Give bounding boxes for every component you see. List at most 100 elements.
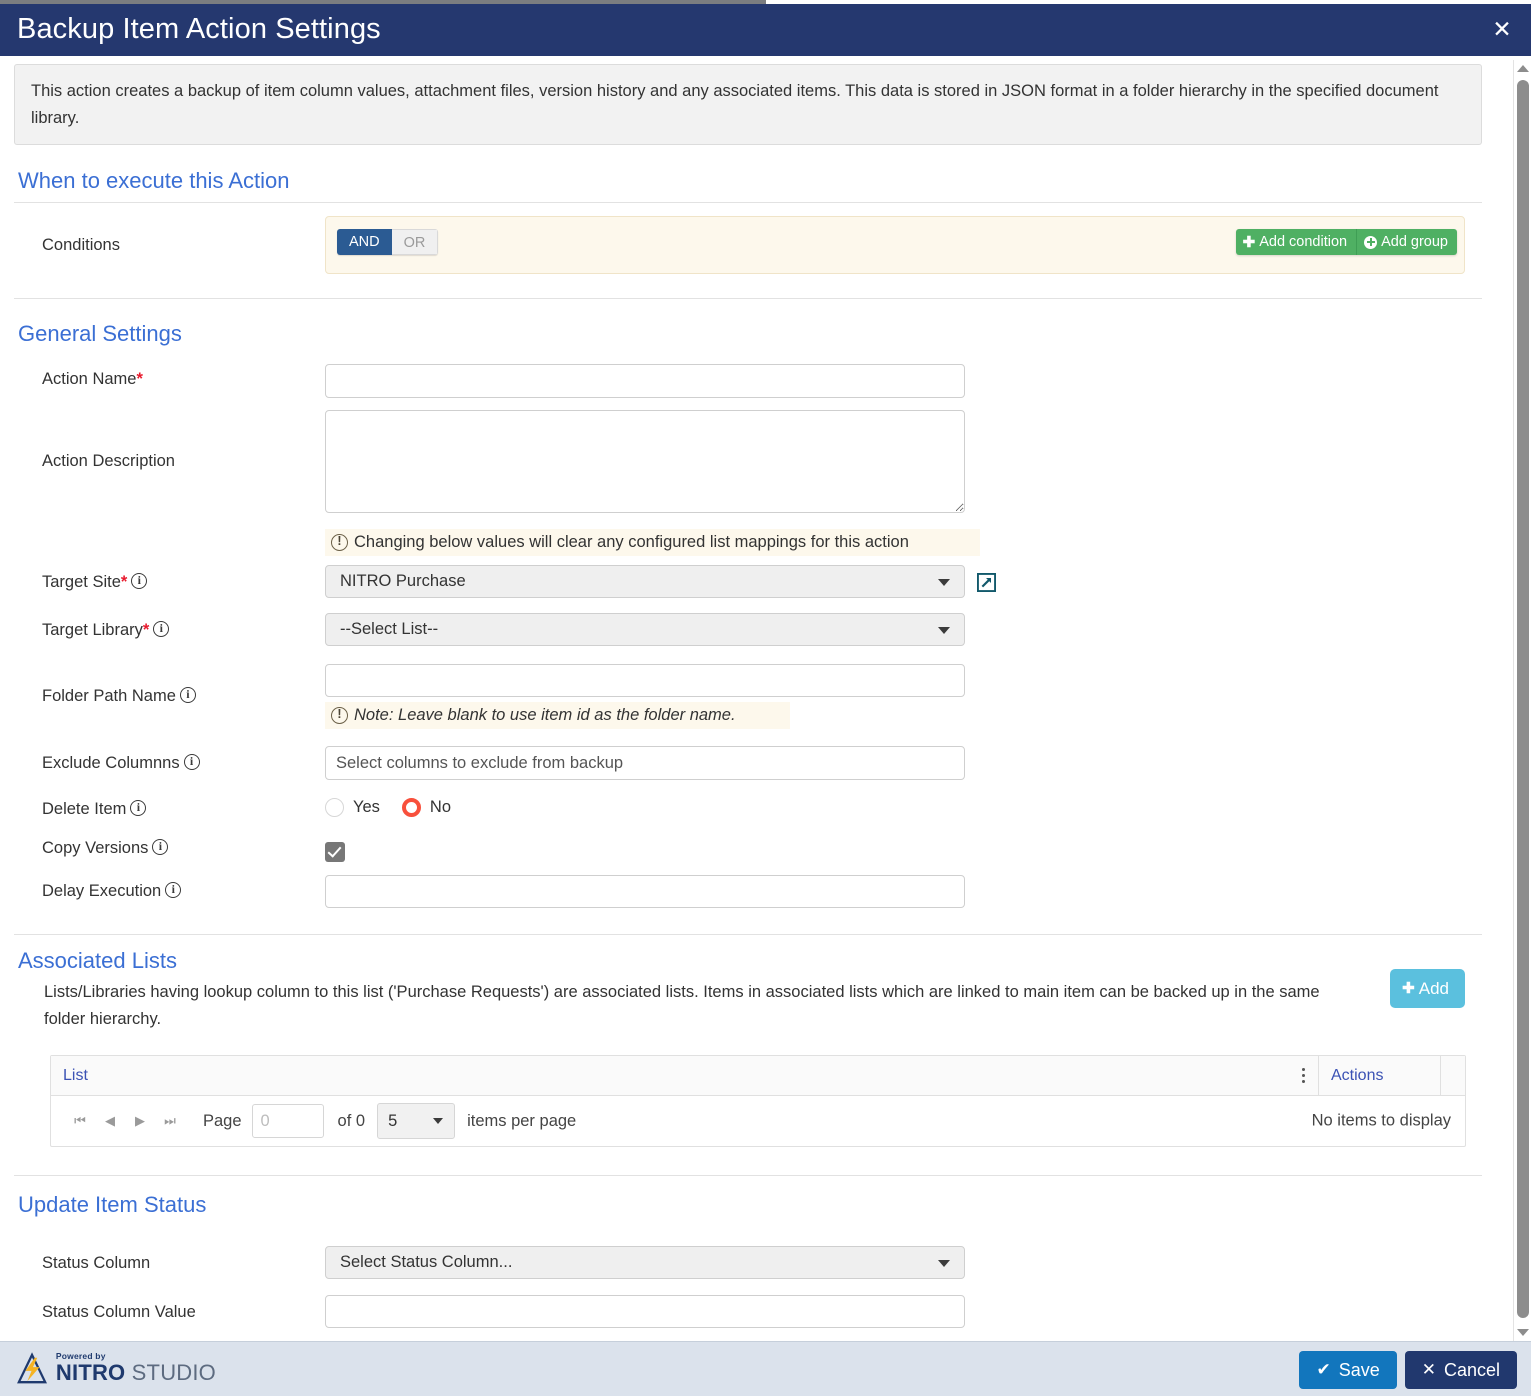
required-marker: * bbox=[136, 370, 143, 388]
pager-last-icon[interactable]: ⏭ bbox=[155, 1106, 185, 1136]
info-icon[interactable] bbox=[179, 686, 196, 703]
scroll-down-arrow-icon[interactable] bbox=[1514, 1324, 1531, 1341]
chevron-down-icon bbox=[433, 1118, 444, 1124]
pager-page-size-value: 5 bbox=[388, 1111, 398, 1130]
target-site-select[interactable]: NITRO Purchase bbox=[325, 565, 965, 598]
info-icon[interactable] bbox=[183, 753, 200, 770]
label-folder-path-name: Folder Path Name bbox=[42, 686, 196, 706]
nitro-lightning-logo-icon bbox=[17, 1352, 48, 1384]
scroll-up-arrow-icon[interactable] bbox=[1514, 60, 1531, 77]
logic-or-option[interactable]: OR bbox=[391, 229, 439, 255]
close-x-icon: ✕ bbox=[1421, 1359, 1436, 1380]
delay-execution-input[interactable] bbox=[325, 875, 965, 908]
label-target-site-text: Target Site bbox=[42, 573, 121, 591]
open-site-external-link-icon[interactable] bbox=[977, 573, 996, 592]
pager-page-size-select[interactable]: 5 bbox=[377, 1103, 456, 1139]
scrollbar-thumb[interactable] bbox=[1517, 80, 1529, 1318]
action-description-textarea[interactable] bbox=[325, 410, 965, 513]
cancel-button[interactable]: ✕ Cancel bbox=[1404, 1351, 1517, 1389]
associated-lists-description: Lists/Libraries having lookup column to … bbox=[44, 983, 1320, 1028]
label-action-name-text: Action Name bbox=[42, 370, 137, 388]
vertical-scrollbar[interactable] bbox=[1513, 60, 1531, 1341]
target-library-select[interactable]: --Select List-- bbox=[325, 613, 965, 646]
label-exclude-columns-text: Exclude Columnns bbox=[42, 754, 180, 772]
cancel-button-label: Cancel bbox=[1443, 1359, 1500, 1380]
label-delete-item-text: Delete Item bbox=[42, 800, 127, 818]
warning-icon bbox=[331, 534, 348, 551]
status-column-value-input[interactable] bbox=[325, 1295, 965, 1328]
label-status-column: Status Column bbox=[42, 1254, 151, 1272]
target-site-value: NITRO Purchase bbox=[340, 572, 466, 590]
action-description-panel: This action creates a backup of item col… bbox=[14, 64, 1482, 145]
grid-pager: ⏮ ◀ ▶ ⏭ Page of 0 5 items per page No it… bbox=[51, 1096, 1465, 1146]
add-group-label: Add group bbox=[1381, 234, 1448, 250]
radio-icon-unselected bbox=[325, 798, 344, 817]
change-warning-text: Changing below values will clear any con… bbox=[354, 533, 909, 551]
label-target-site: Target Site* bbox=[42, 572, 148, 592]
info-icon[interactable] bbox=[130, 799, 147, 816]
exclude-columns-input[interactable] bbox=[325, 746, 965, 780]
save-button[interactable]: ✔ Save bbox=[1299, 1351, 1397, 1389]
pager-next-icon[interactable]: ▶ bbox=[125, 1106, 155, 1136]
status-column-select[interactable]: Select Status Column... bbox=[325, 1246, 965, 1279]
save-button-label: Save bbox=[1338, 1359, 1380, 1380]
logic-and-option[interactable]: AND bbox=[337, 229, 392, 255]
grid-empty-message: No items to display bbox=[1311, 1111, 1451, 1130]
divider-4 bbox=[14, 1175, 1482, 1176]
add-associated-list-label: Add bbox=[1418, 978, 1449, 998]
nitro-studio-logo: Powered by NITRO STUDIO bbox=[16, 1349, 216, 1389]
label-action-description: Action Description bbox=[42, 452, 175, 470]
backup-item-action-settings-dialog: Backup Item Action Settings ✕ This actio… bbox=[0, 0, 1531, 1396]
grid-header-row: List Actions bbox=[51, 1056, 1465, 1096]
grid-column-header-list[interactable]: List bbox=[51, 1056, 1288, 1095]
pager-total-pages: of 0 bbox=[337, 1111, 366, 1130]
info-icon[interactable] bbox=[131, 572, 148, 589]
dialog-titlebar: Backup Item Action Settings ✕ bbox=[0, 4, 1531, 56]
info-icon[interactable] bbox=[152, 838, 169, 855]
label-copy-versions-text: Copy Versions bbox=[42, 839, 149, 857]
label-target-library-text: Target Library bbox=[42, 621, 143, 639]
logo-studio-text: STUDIO bbox=[125, 1360, 216, 1385]
logic-operator-toggle[interactable]: AND OR bbox=[337, 229, 439, 255]
add-group-button[interactable]: Add group bbox=[1356, 229, 1457, 255]
info-note-icon bbox=[331, 707, 348, 724]
dialog-footer: Powered by NITRO STUDIO ✔ Save ✕ Cancel bbox=[0, 1341, 1531, 1396]
grid-column-menu-icon[interactable] bbox=[1288, 1056, 1318, 1095]
delete-item-radio-yes[interactable]: Yes bbox=[325, 798, 380, 817]
action-name-input[interactable] bbox=[325, 364, 965, 398]
divider-3 bbox=[14, 934, 1482, 935]
section-heading-associated-lists: Associated Lists bbox=[18, 948, 177, 973]
add-associated-list-button[interactable]: ✚ Add bbox=[1390, 969, 1465, 1008]
add-condition-button[interactable]: ✚ Add condition bbox=[1235, 229, 1357, 255]
label-delay-execution: Delay Execution bbox=[42, 881, 182, 901]
section-heading-general-settings: General Settings bbox=[18, 321, 182, 346]
folder-path-name-input[interactable] bbox=[325, 664, 965, 697]
action-description-text: This action creates a backup of item col… bbox=[31, 82, 1439, 127]
pager-page-input[interactable] bbox=[251, 1104, 324, 1138]
kebab-menu-icon bbox=[1301, 1068, 1305, 1083]
logo-main-text: NITRO STUDIO bbox=[56, 1362, 216, 1387]
label-delay-execution-text: Delay Execution bbox=[42, 882, 162, 900]
associated-lists-grid: List Actions ⏮ ◀ ▶ ⏭ Page of 0 5 bbox=[50, 1055, 1466, 1147]
folder-path-note-banner: Note: Leave blank to use item id as the … bbox=[325, 702, 790, 729]
status-column-value: Select Status Column... bbox=[340, 1253, 513, 1271]
close-icon[interactable]: ✕ bbox=[1489, 17, 1515, 43]
footer-buttons: ✔ Save ✕ Cancel bbox=[1299, 1351, 1517, 1389]
chevron-down-icon bbox=[938, 578, 950, 586]
pager-prev-icon[interactable]: ◀ bbox=[95, 1106, 125, 1136]
target-library-value: --Select List-- bbox=[340, 620, 439, 638]
pager-first-icon[interactable]: ⏮ bbox=[65, 1106, 95, 1136]
copy-versions-checkbox[interactable] bbox=[325, 842, 345, 862]
info-icon[interactable] bbox=[153, 620, 170, 637]
divider-2 bbox=[14, 298, 1482, 299]
grid-column-header-actions: Actions bbox=[1318, 1056, 1440, 1095]
delete-item-yes-label: Yes bbox=[353, 798, 380, 816]
label-conditions: Conditions bbox=[42, 236, 120, 254]
label-exclude-columns: Exclude Columnns bbox=[42, 753, 200, 773]
section-heading-when-to-execute: When to execute this Action bbox=[18, 168, 290, 193]
delete-item-radio-no[interactable]: No bbox=[401, 798, 451, 817]
label-target-library: Target Library* bbox=[42, 620, 170, 640]
required-marker: * bbox=[120, 573, 128, 591]
chevron-down-icon bbox=[938, 626, 950, 634]
info-icon[interactable] bbox=[165, 881, 182, 898]
